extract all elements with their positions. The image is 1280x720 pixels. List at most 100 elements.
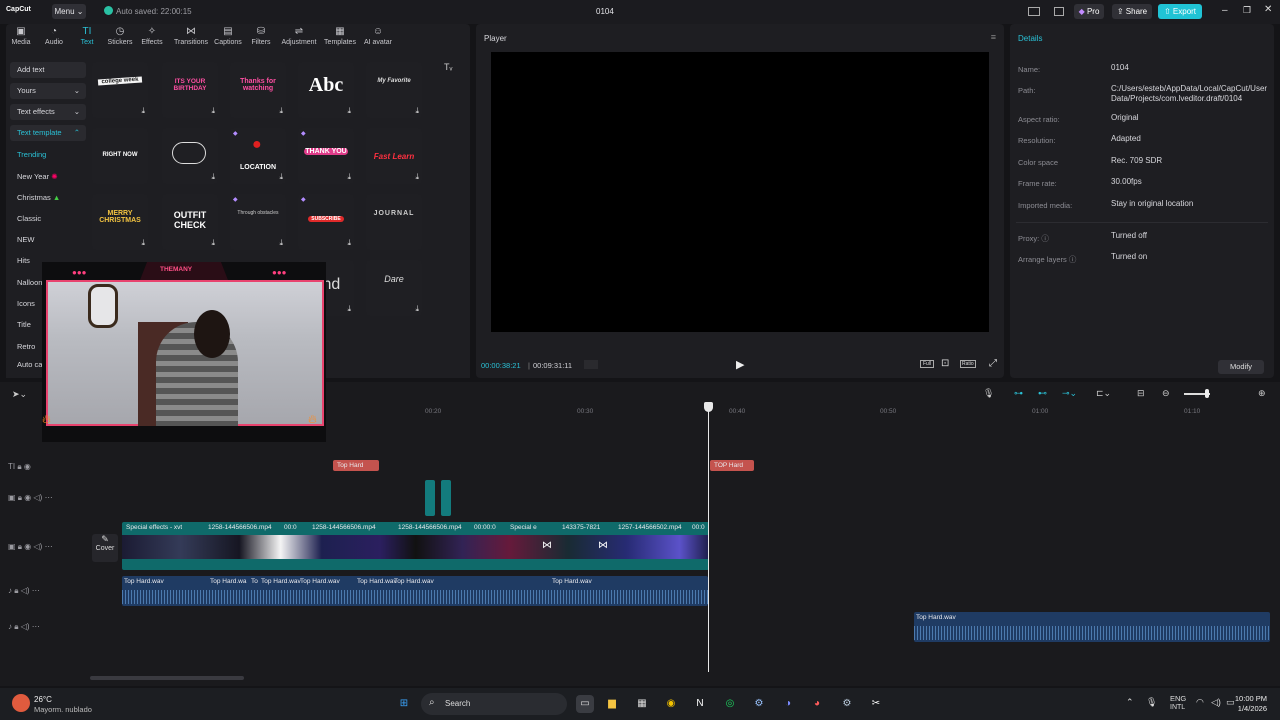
tab-transitions[interactable]: ⋈ Transitions	[171, 26, 211, 50]
export-button[interactable]: ⇧ Export	[1158, 4, 1202, 19]
capcut-icon[interactable]: ✂	[867, 695, 885, 713]
template-card[interactable]: college week ⤓	[92, 62, 148, 118]
tab-ai-avatar[interactable]: ☺ AI avatar	[359, 26, 397, 50]
tab-media[interactable]: ▣ Media	[3, 26, 39, 50]
tray-chevron-icon[interactable]: ⌃	[1126, 697, 1134, 708]
tab-stickers[interactable]: ◷ Stickers	[102, 26, 138, 50]
task-view-icon[interactable]: ▭	[576, 695, 594, 713]
clock-time[interactable]: 10:00 PM	[1233, 694, 1267, 703]
template-card[interactable]: ◆ ● LOCATION ⤓	[230, 128, 286, 184]
volume-icon[interactable]: ◁)	[1211, 697, 1221, 708]
select-tool-icon[interactable]: ➤⌄	[12, 389, 27, 400]
volume-icon[interactable]: ◁)	[21, 622, 30, 631]
minimize-icon[interactable]: –	[1222, 5, 1228, 16]
zoom-in-icon[interactable]: ⊕	[1258, 388, 1266, 399]
chrome-icon[interactable]: ◉	[662, 695, 680, 713]
volume-icon[interactable]: ◁)	[21, 586, 30, 595]
cover-button[interactable]: ✎ Cover	[92, 534, 118, 562]
discord-icon[interactable]: ◑	[779, 695, 797, 713]
download-icon[interactable]: ⤓	[347, 106, 351, 116]
more-icon[interactable]: ⋯	[45, 493, 53, 502]
template-card[interactable]: Dare ⤓	[366, 260, 422, 316]
windows-start-icon[interactable]: ⊞	[395, 695, 413, 713]
microphone-icon[interactable]: 🎙	[1146, 697, 1157, 708]
steam-icon[interactable]: ⚙	[750, 695, 768, 713]
download-icon[interactable]: ⤓	[347, 172, 351, 182]
category-classic[interactable]: Classic	[10, 211, 86, 227]
template-card[interactable]: MERRY CHRISTMAS ⤓	[92, 194, 148, 250]
eye-icon[interactable]: ◉	[24, 462, 31, 471]
template-card[interactable]: Abc ⤓	[298, 62, 354, 118]
download-icon[interactable]: ⤓	[415, 106, 419, 116]
transition-icon[interactable]: ⋈	[542, 540, 552, 551]
download-icon[interactable]: ⤓	[141, 106, 145, 116]
download-icon[interactable]: ⤓	[415, 304, 419, 314]
lock-icon[interactable]: 🔒︎	[14, 586, 18, 595]
volume-icon[interactable]: ◁)	[34, 493, 43, 502]
crop-icon[interactable]: ⊡	[941, 358, 949, 369]
tab-adjustment[interactable]: ⇌ Adjustment	[278, 26, 320, 50]
zoom-slider-handle[interactable]	[1205, 389, 1209, 398]
language-code[interactable]: ENG	[1170, 694, 1186, 703]
volume-icon[interactable]: ◁)	[34, 542, 43, 551]
magnet-icon[interactable]: ⊶	[1014, 388, 1023, 399]
overlay-clip[interactable]	[441, 480, 451, 516]
weather-icon[interactable]	[12, 694, 30, 712]
template-card[interactable]: Fast Learn ⤓	[366, 128, 422, 184]
yours-item[interactable]: Yours ⌄	[10, 83, 86, 99]
file-explorer-icon[interactable]: ▆	[603, 695, 621, 713]
tab-effects[interactable]: ✧ Effects	[134, 26, 170, 50]
split-view-icon[interactable]: ⊏⌄	[1096, 388, 1111, 399]
template-card[interactable]: ⤓	[162, 128, 218, 184]
wifi-icon[interactable]: ◠	[1196, 697, 1204, 708]
tab-templates[interactable]: ▦ Templates	[321, 26, 359, 50]
template-card[interactable]: ◆ Through obstacles ⤓	[230, 194, 286, 250]
tab-captions[interactable]: ▤ Captions	[210, 26, 246, 50]
link-icon[interactable]: ⊷	[1038, 388, 1047, 399]
weather-desc[interactable]: Mayorm. nublado	[34, 705, 92, 714]
play-icon[interactable]: ▶	[736, 358, 744, 371]
search-box[interactable]: ⌕ Search	[421, 693, 567, 715]
audio-track[interactable]: Top Hard.wav Top Hard.wa To Top Hard.wav…	[122, 576, 708, 606]
download-icon[interactable]: ⤓	[211, 238, 215, 248]
text-clip[interactable]: TOP Hard	[710, 460, 754, 471]
template-card[interactable]: JOURNAL	[366, 194, 422, 250]
download-icon[interactable]: ⤓	[211, 172, 215, 182]
timeline-scrollbar[interactable]	[90, 676, 244, 680]
download-icon[interactable]: ⤓	[279, 172, 283, 182]
download-icon[interactable]: ⤓	[347, 238, 351, 248]
layout-icon[interactable]	[1028, 7, 1040, 16]
playhead-handle[interactable]	[704, 402, 713, 412]
download-icon[interactable]: ⤓	[279, 238, 283, 248]
zoom-out-icon[interactable]: ⊖	[1162, 388, 1170, 399]
tab-filters[interactable]: ⛁ Filters	[243, 26, 279, 50]
maximize-icon[interactable]: ❐	[1243, 5, 1251, 16]
video-preview[interactable]	[491, 52, 989, 332]
full-button[interactable]: Full	[920, 360, 935, 368]
download-icon[interactable]: ⤓	[279, 106, 283, 116]
timecode-grid-icon[interactable]	[584, 360, 598, 369]
transition-icon[interactable]: ⋈	[598, 540, 608, 551]
lock-icon[interactable]: 🔒︎	[17, 462, 21, 471]
microphone-icon[interactable]: 🎙	[983, 388, 994, 399]
eye-icon[interactable]: ◉	[24, 493, 31, 502]
spotify-icon[interactable]: ◎	[721, 695, 739, 713]
eye-icon[interactable]: ◉	[24, 542, 31, 551]
more-icon[interactable]: ⋯	[45, 542, 53, 551]
template-card[interactable]: RIGHT NOW	[92, 128, 148, 184]
template-card[interactable]: OUTFIT CHECK ⤓	[162, 194, 218, 250]
antivirus-icon[interactable]: ◕	[808, 695, 826, 713]
caption-icon[interactable]: ⊟	[1137, 388, 1145, 399]
keyboard-layout[interactable]: INTL	[1170, 704, 1185, 711]
more-icon[interactable]: ⋯	[32, 622, 40, 631]
pro-button[interactable]: ◆ Pro	[1074, 4, 1104, 19]
category-christmas[interactable]: Christmas ▲	[10, 190, 86, 206]
store-icon[interactable]: ▦	[633, 695, 651, 713]
overlay-clip[interactable]	[425, 480, 435, 516]
template-card[interactable]: ITS YOUR BIRTHDAY ⤓	[162, 62, 218, 118]
template-card[interactable]: ◆ SUBSCRIBE ⤓	[298, 194, 354, 250]
lock-icon[interactable]: 🔒︎	[18, 542, 22, 551]
text-effects-item[interactable]: Text effects ⌄	[10, 104, 86, 120]
template-card[interactable]: Thanks for watching ⤓	[230, 62, 286, 118]
tab-text[interactable]: TI Text	[69, 26, 105, 50]
